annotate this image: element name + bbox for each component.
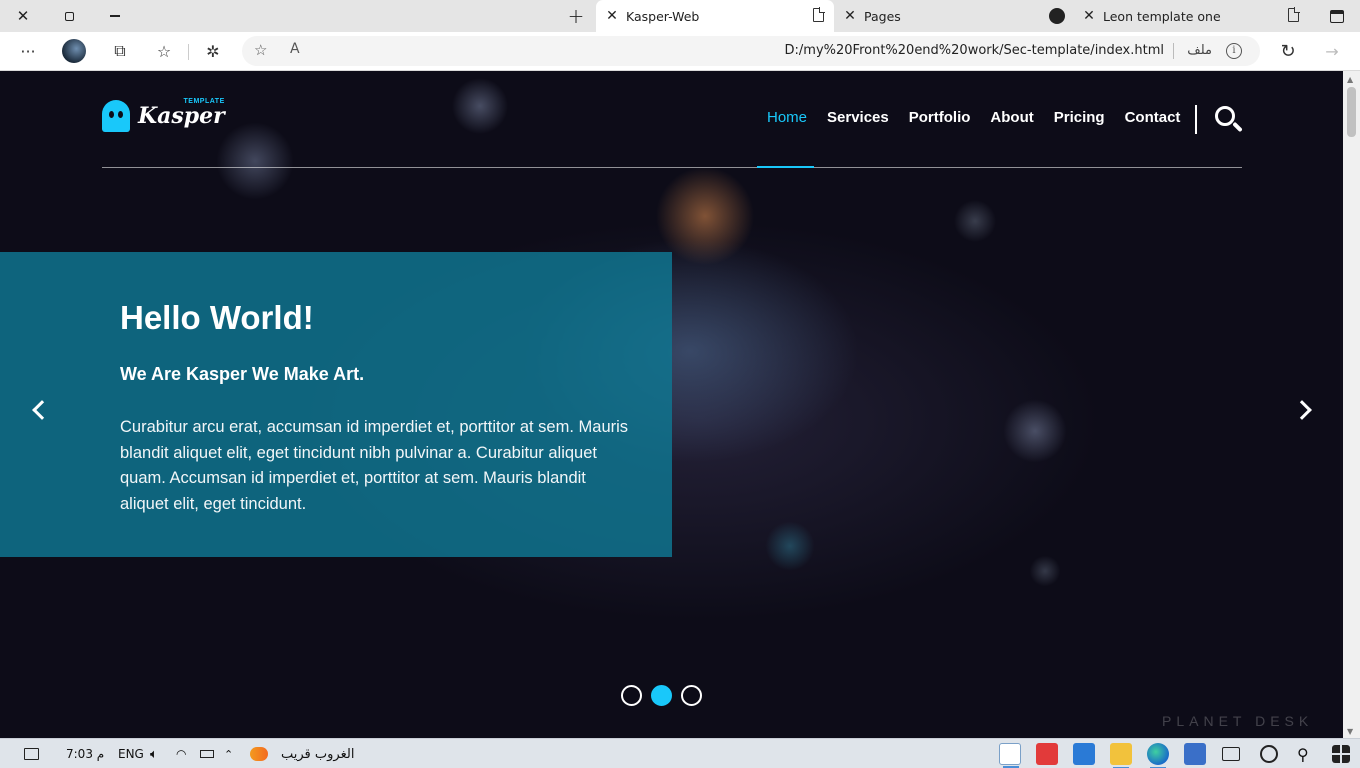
active-nav-indicator	[757, 166, 814, 168]
mail-app-icon[interactable]	[1073, 743, 1095, 765]
language-indicator[interactable]: ENG	[118, 744, 144, 764]
nav-divider	[1195, 105, 1197, 134]
tab-kasper-web[interactable]: ✕ Kasper-Web	[596, 0, 834, 32]
nav-portfolio[interactable]: Portfolio	[909, 109, 971, 126]
collections-icon[interactable]: ⧉	[106, 38, 134, 64]
toolbar-divider	[188, 44, 189, 60]
chevron-up-icon[interactable]: ⌃	[224, 744, 233, 764]
tab-title: Pages	[864, 8, 901, 24]
search-taskbar-icon[interactable]: ⚲	[1297, 744, 1309, 764]
hero-subtitle: We Are Kasper We Make Art.	[120, 364, 365, 384]
site-logo[interactable]: Kasper TEMPLATE	[102, 98, 225, 132]
hero-caption: Hello World! We Are Kasper We Make Art. …	[0, 252, 672, 557]
file-label: ملف	[1187, 43, 1212, 58]
tab-leon-template[interactable]: ✕ Leon template one	[1077, 0, 1309, 32]
tab-title: Kasper-Web	[626, 8, 700, 24]
hero-text: Curabitur arcu erat, accumsan id imperdi…	[120, 418, 629, 513]
profile-avatar[interactable]	[60, 38, 88, 64]
notifications-icon[interactable]	[24, 744, 39, 764]
header-divider	[102, 167, 1242, 168]
nav-services[interactable]: Services	[827, 109, 889, 126]
nav-pricing[interactable]: Pricing	[1054, 109, 1105, 126]
start-menu-icon[interactable]	[1332, 745, 1350, 763]
news-app-icon[interactable]	[999, 743, 1021, 768]
page-icon	[1288, 7, 1300, 22]
logo-wordmark: Kasper TEMPLATE	[138, 98, 225, 129]
omnibox[interactable]: ☆ A D:/my%20Front%20end%20work/Sec-templ…	[242, 36, 1260, 66]
image-watermark: PLANET DESK	[1162, 713, 1314, 729]
menu-dots-icon[interactable]: ···	[14, 38, 42, 64]
slider-bullet[interactable]	[621, 685, 642, 706]
tab-pages[interactable]: ✕ Pages	[838, 0, 1073, 32]
nav-home[interactable]: Home	[767, 109, 807, 126]
close-window-icon[interactable]: ✕	[0, 0, 46, 32]
new-tab-icon[interactable]: +	[553, 0, 599, 32]
close-tab-icon[interactable]: ✕	[604, 8, 620, 24]
search-icon[interactable]	[1215, 106, 1243, 134]
slider-bullets	[621, 685, 711, 706]
page-viewport: Kasper TEMPLATE Home Services Portfolio …	[0, 71, 1343, 738]
wps-app-icon[interactable]	[1036, 743, 1058, 765]
hero-title: Hello World!	[120, 299, 314, 336]
tab-title: Leon template one	[1103, 8, 1221, 24]
info-icon[interactable]: i	[1226, 43, 1242, 59]
scroll-down-icon[interactable]: ▼	[1347, 727, 1353, 736]
close-tab-icon[interactable]: ✕	[842, 8, 858, 24]
clock[interactable]: 7:03 م	[66, 744, 104, 764]
omnibox-separator	[1173, 43, 1174, 59]
scroll-up-icon[interactable]: ▲	[1347, 75, 1353, 84]
slider-prev-icon[interactable]	[30, 398, 50, 422]
store-app-icon[interactable]	[1184, 743, 1206, 765]
vertical-scrollbar[interactable]: ▲ ▼	[1343, 71, 1360, 738]
nav-about[interactable]: About	[990, 109, 1033, 126]
tab-strip: ✕ + ✕ Kasper-Web ✕ Pages ✕ Leon template…	[0, 0, 1360, 32]
favorites-icon[interactable]: ☆	[150, 38, 178, 64]
add-favorite-icon[interactable]: ☆	[254, 41, 267, 59]
extensions-icon[interactable]: ✲	[199, 38, 227, 64]
slider-bullet-active[interactable]	[651, 685, 672, 706]
logo-text: Kasper	[138, 103, 225, 129]
logo-subtitle: TEMPLATE	[183, 98, 225, 105]
read-aloud-icon[interactable]: A	[290, 41, 300, 57]
edge-browser-icon[interactable]	[1147, 743, 1169, 768]
cortana-icon[interactable]	[1260, 745, 1278, 763]
minimize-window-icon[interactable]	[92, 0, 138, 32]
scrollbar-thumb[interactable]	[1347, 87, 1356, 137]
refresh-icon[interactable]: ↻	[1274, 38, 1302, 64]
wifi-icon[interactable]: ◠	[176, 744, 186, 764]
slider-bullet[interactable]	[681, 685, 702, 706]
tab-actions-icon[interactable]	[1314, 0, 1360, 32]
weather-icon[interactable]	[250, 744, 268, 764]
address-bar: ··· ⧉ ☆ ✲ ☆ A D:/my%20Front%20end%20work…	[0, 32, 1360, 71]
main-nav: Home Services Portfolio About Pricing Co…	[767, 109, 1200, 126]
github-icon	[1049, 8, 1065, 24]
taskbar: 7:03 م ENG 🔈︎ ◠ ⌃ الغروب قريب ⚲	[0, 738, 1360, 768]
nav-contact[interactable]: Contact	[1125, 109, 1181, 126]
battery-icon[interactable]	[200, 744, 214, 764]
slider-next-icon[interactable]	[1294, 398, 1314, 422]
url-text[interactable]: D:/my%20Front%20end%20work/Sec-template/…	[785, 43, 1164, 58]
page-icon	[813, 7, 825, 22]
forward-icon[interactable]: →	[1318, 38, 1346, 64]
ghost-icon	[102, 100, 130, 132]
task-view-icon[interactable]	[1222, 747, 1240, 761]
restore-window-icon[interactable]	[46, 0, 92, 32]
volume-icon[interactable]: 🔈︎	[150, 744, 158, 764]
file-explorer-icon[interactable]	[1110, 743, 1132, 768]
weather-text[interactable]: الغروب قريب	[281, 744, 354, 764]
close-tab-icon[interactable]: ✕	[1081, 8, 1097, 24]
